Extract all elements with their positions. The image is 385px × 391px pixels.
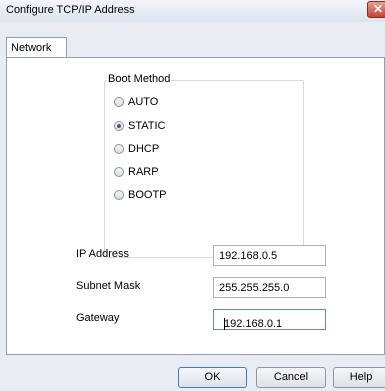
ip-address-label: IP Address [76,248,129,260]
radio-button-icon [114,144,124,154]
radio-button-icon [114,190,124,200]
close-icon: ✕ [373,2,384,16]
boot-method-label: Boot Method [107,73,172,85]
window-title: Configure TCP/IP Address [6,4,135,16]
radio-button-icon [114,167,124,177]
gateway-label: Gateway [76,312,120,324]
radio-auto-label: AUTO [128,96,159,108]
ok-button[interactable]: OK [178,367,247,388]
title-bar[interactable]: Configure TCP/IP Address ✕ [0,0,385,22]
radio-dhcp-label: DHCP [128,143,160,155]
tab-network-label: Network [11,42,52,54]
radio-rarp-label: RARP [128,166,159,178]
ip-address-input[interactable]: 192.168.0.5 [213,245,326,266]
gateway-input[interactable]: 192.168.0.1 [213,309,326,330]
help-button[interactable]: Help [333,367,385,388]
text-caret [224,318,225,330]
subnet-mask-input[interactable]: 255.255.255.0 [213,277,326,298]
radio-static-label: STATIC [128,120,166,132]
ip-address-value: 192.168.0.5 [219,250,278,262]
radio-button-icon [114,97,124,107]
gateway-value: 192.168.0.1 [224,318,283,330]
configure-tcpip-dialog: Configure TCP/IP Address ✕ Network Boot … [0,0,385,391]
close-button[interactable]: ✕ [367,1,385,18]
cancel-button[interactable]: Cancel [256,367,326,388]
radio-button-selected-icon [114,121,124,131]
subnet-mask-label: Subnet Mask [76,280,141,292]
tab-network[interactable]: Network [6,37,67,58]
radio-bootp-label: BOOTP [128,189,167,201]
subnet-mask-value: 255.255.255.0 [219,282,290,294]
